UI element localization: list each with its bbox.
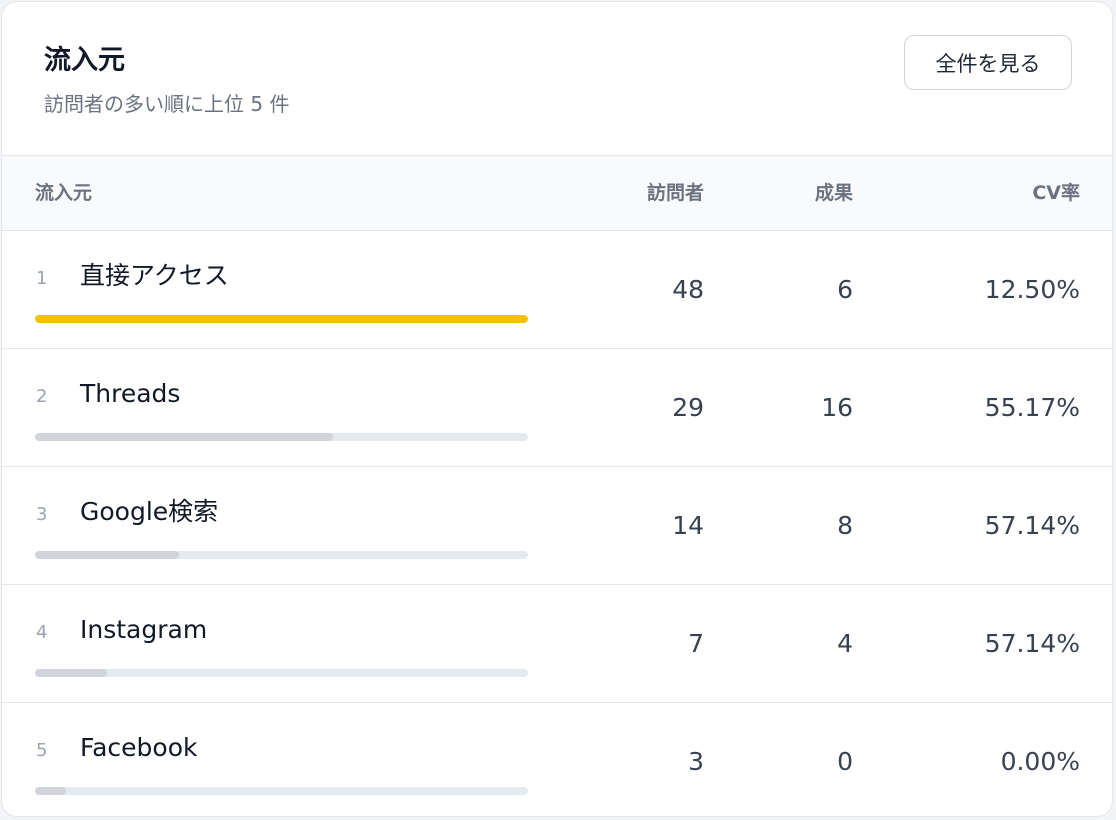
row-cv-rate: 0.00% [1000,747,1080,776]
column-header-visitors: 訪問者 [646,182,704,204]
row-results: 16 [821,393,853,422]
table-row: 2 Threads 29 16 55.17% [2,349,1112,467]
share-bar-fill [35,315,528,323]
row-results: 8 [837,511,853,540]
row-results: 4 [837,629,853,658]
table-row: 3 Google検索 14 8 57.14% [2,467,1112,585]
table-row: 4 Instagram 7 4 57.14% [2,585,1112,703]
card-title: 流入元 [44,45,125,76]
share-bar-track [35,315,528,323]
column-header-results: 成果 [814,182,853,204]
row-rank: 2 [36,386,48,407]
share-bar-track [35,433,528,441]
table-row: 5 Facebook 3 0 0.00% [2,703,1112,816]
row-cv-rate: 57.14% [984,511,1080,540]
row-rank: 3 [36,504,48,525]
row-visitors: 48 [672,275,704,304]
row-visitors: 7 [688,629,704,658]
column-header-cv-rate: CV率 [1032,182,1080,204]
share-bar-fill [35,433,333,441]
row-source-name: Instagram [80,615,208,644]
row-rank: 5 [36,740,48,761]
row-rank: 4 [36,622,48,643]
share-bar-track [35,551,528,559]
row-results: 0 [837,747,853,776]
traffic-sources-card: 流入元 訪問者の多い順に上位 5 件 全件を見る 流入元 訪問者 成果 CV率 … [1,1,1113,817]
row-source-name: Facebook [80,733,198,762]
share-bar-track [35,669,528,677]
view-all-button[interactable]: 全件を見る [904,35,1072,90]
table-body: 1 直接アクセス 48 6 12.50% 2 Threads 29 16 55.… [2,231,1112,816]
share-bar-fill [35,551,179,559]
row-source-name: Threads [80,379,181,408]
card-header: 流入元 訪問者の多い順に上位 5 件 全件を見る [2,2,1112,156]
share-bar-fill [35,787,66,795]
row-visitors: 3 [688,747,704,776]
row-cv-rate: 55.17% [984,393,1080,422]
card-subtitle: 訪問者の多い順に上位 5 件 [44,92,290,116]
row-visitors: 29 [672,393,704,422]
table-header: 流入元 訪問者 成果 CV率 [2,156,1112,231]
table-row: 1 直接アクセス 48 6 12.50% [2,231,1112,349]
share-bar-fill [35,669,107,677]
share-bar-track [35,787,528,795]
row-visitors: 14 [672,511,704,540]
row-rank: 1 [36,268,48,289]
row-cv-rate: 57.14% [984,629,1080,658]
row-source-name: 直接アクセス [80,261,229,290]
row-results: 6 [837,275,853,304]
column-header-source: 流入元 [35,182,93,204]
row-cv-rate: 12.50% [984,275,1080,304]
row-source-name: Google検索 [80,497,219,526]
